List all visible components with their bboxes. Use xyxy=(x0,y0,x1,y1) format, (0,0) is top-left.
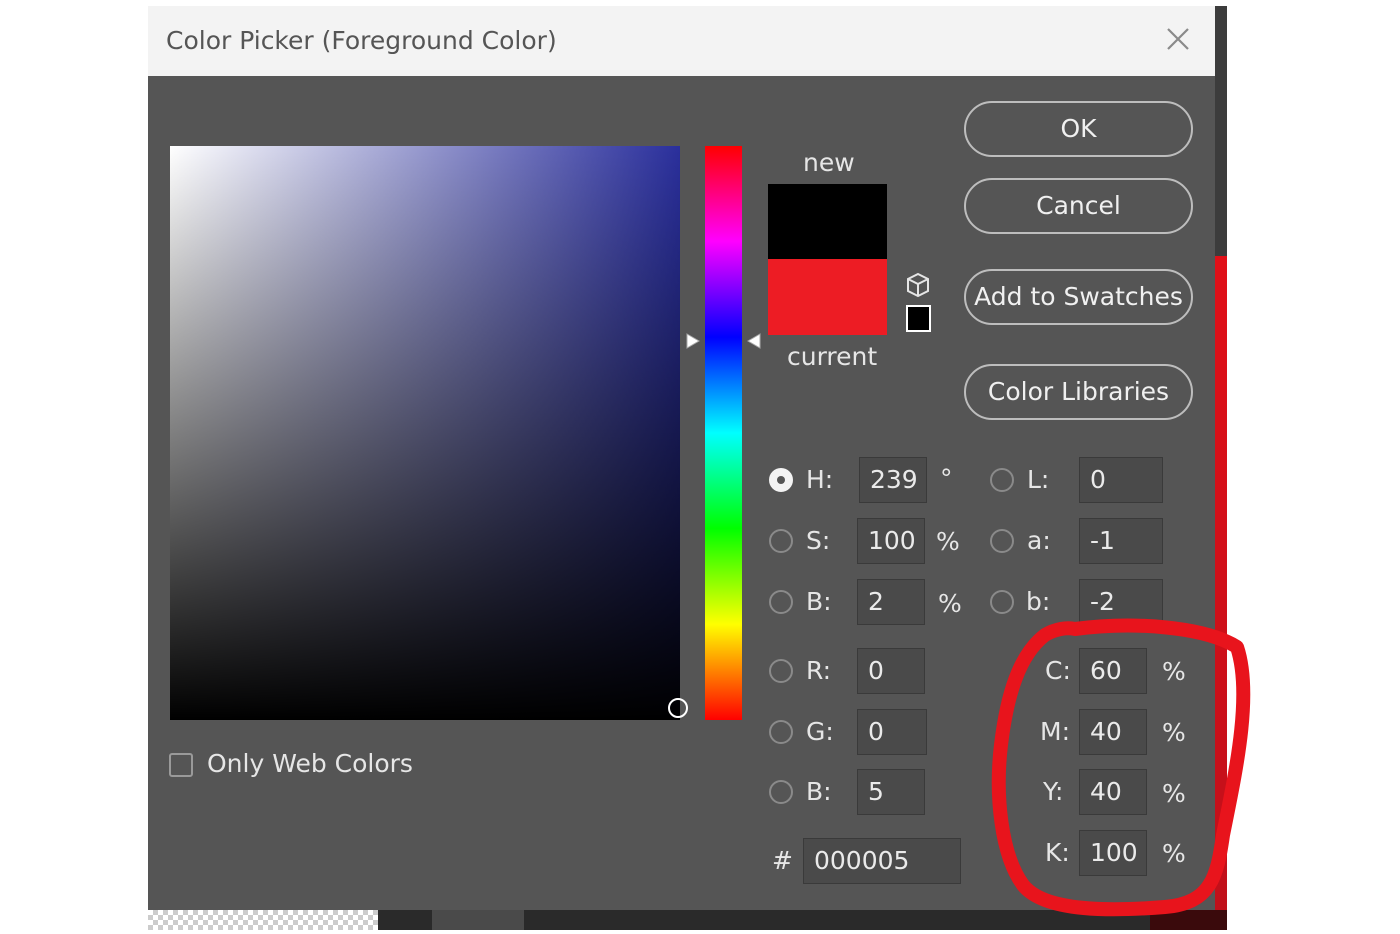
dialog-title: Color Picker (Foreground Color) xyxy=(166,26,557,55)
l-label: L: xyxy=(1027,465,1050,494)
ok-button[interactable]: OK xyxy=(964,101,1193,157)
lab-b-radio[interactable] xyxy=(990,590,1014,614)
g-label: G: xyxy=(806,717,834,746)
current-label: current xyxy=(787,342,878,371)
color-field[interactable] xyxy=(170,146,688,720)
new-color-swatch xyxy=(768,184,887,259)
hue-slider-left-arrow-icon[interactable] xyxy=(684,332,702,354)
a-input[interactable]: -1 xyxy=(1079,518,1163,564)
transparency-checker xyxy=(148,910,378,930)
only-web-colors-label: Only Web Colors xyxy=(207,749,413,778)
b-unit: % xyxy=(938,589,962,618)
h-input[interactable]: 239 xyxy=(859,457,927,503)
h-radio[interactable] xyxy=(769,468,793,492)
hue-slider[interactable] xyxy=(705,146,742,720)
new-label: new xyxy=(803,148,855,177)
cancel-button[interactable]: Cancel xyxy=(964,178,1193,234)
h-label: H: xyxy=(806,465,834,494)
background-app-gray-block xyxy=(432,910,524,930)
rgb-b-label: B: xyxy=(806,777,832,806)
background-app-strip xyxy=(1215,6,1227,256)
only-web-colors-checkbox[interactable] xyxy=(169,753,193,777)
s-radio[interactable] xyxy=(769,529,793,553)
hex-input[interactable]: 000005 xyxy=(803,838,961,884)
hue-slider-right-arrow-icon[interactable] xyxy=(745,332,763,354)
web-safe-swatch-icon[interactable] xyxy=(906,305,931,332)
s-label: S: xyxy=(806,526,831,555)
rgb-b-input[interactable]: 5 xyxy=(857,769,925,815)
s-unit: % xyxy=(936,527,960,556)
a-label: a: xyxy=(1027,526,1051,555)
color-libraries-button[interactable]: Color Libraries xyxy=(964,364,1193,420)
r-input[interactable]: 0 xyxy=(857,648,925,694)
l-input[interactable]: 0 xyxy=(1079,457,1163,503)
g-input[interactable]: 0 xyxy=(857,709,927,755)
title-bar: Color Picker (Foreground Color) xyxy=(148,6,1215,76)
hex-label: # xyxy=(772,846,793,875)
add-to-swatches-button[interactable]: Add to Swatches xyxy=(964,269,1193,325)
b-input[interactable]: 2 xyxy=(857,579,925,625)
s-input[interactable]: 100 xyxy=(857,518,925,564)
cube-icon[interactable] xyxy=(905,272,931,302)
b-radio[interactable] xyxy=(769,590,793,614)
close-icon[interactable] xyxy=(1161,22,1195,56)
color-field-cursor[interactable] xyxy=(668,698,688,718)
g-radio[interactable] xyxy=(769,720,793,744)
l-radio[interactable] xyxy=(990,468,1014,492)
r-label: R: xyxy=(806,656,832,685)
a-radio[interactable] xyxy=(990,529,1014,553)
lab-b-label: b: xyxy=(1026,587,1051,616)
b-label: B: xyxy=(806,587,832,616)
h-unit: ° xyxy=(940,464,953,493)
current-color-swatch[interactable] xyxy=(768,259,887,335)
cmyk-annotation-circle xyxy=(991,618,1251,917)
rgb-b-radio[interactable] xyxy=(769,780,793,804)
r-radio[interactable] xyxy=(769,659,793,683)
